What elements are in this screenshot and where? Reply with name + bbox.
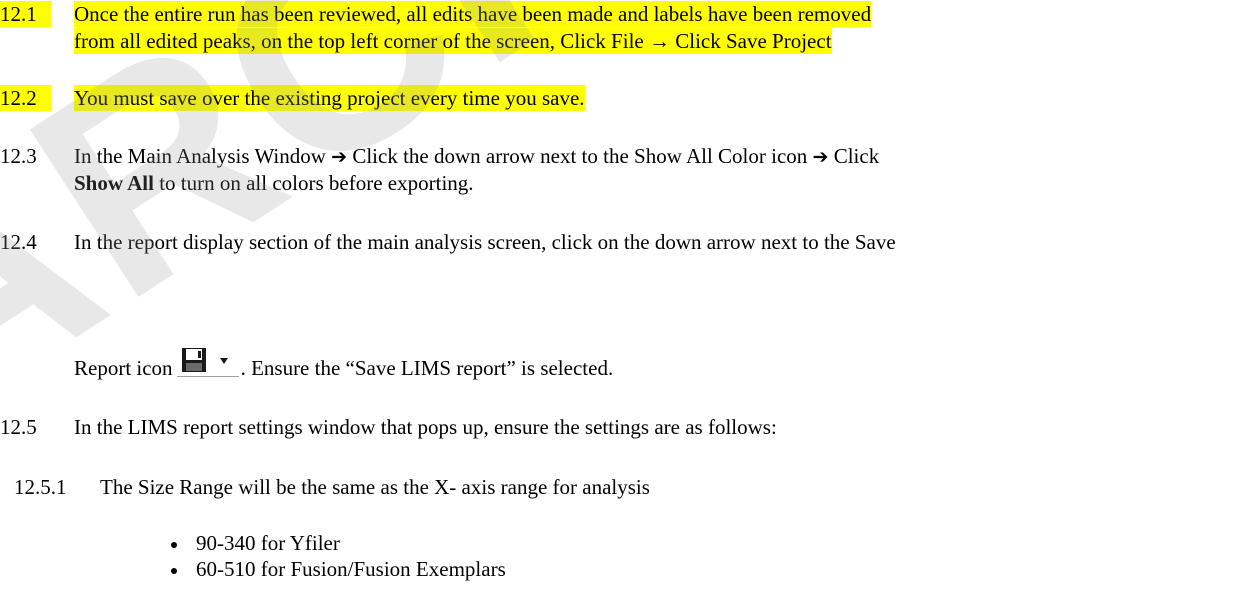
arrow-right-icon: ➔ [812, 146, 829, 168]
text-segment: Report icon [74, 356, 173, 380]
list-item: 90-340 for Yfiler [196, 531, 340, 555]
text-segment: . Ensure the “Save LIMS report” is selec… [240, 356, 614, 380]
step-text-line: from all edited peaks, on the top left c… [74, 28, 832, 54]
step-number: 12.5 [0, 415, 37, 439]
text-segment: Click [833, 144, 880, 168]
step-text-line: Show All to turn on all colors before ex… [74, 170, 474, 196]
floppy-disk-icon [182, 348, 228, 372]
step-text-line: Report icon . Ensure the “Save LIMS repor… [74, 355, 613, 381]
step-number: 12.3 [0, 144, 37, 168]
step-text-line: Once the entire run has been reviewed, a… [74, 1, 872, 27]
step-number: 12.1 [0, 1, 51, 27]
step-number: 12.4 [0, 230, 37, 254]
text-segment: to turn on all colors before exporting. [153, 171, 474, 195]
step-text-line: In the LIMS report settings window that … [74, 415, 777, 439]
step-text-line: The Size Range will be the same as the X… [100, 475, 650, 499]
step-number: 12.5.1 [14, 475, 67, 499]
step-text-line: You must save over the existing project … [74, 85, 585, 111]
step-text-line: In the Main Analysis Window ➔ Click the … [74, 143, 879, 170]
text-segment: Click the down arrow next to the Show Al… [352, 144, 808, 168]
step-number: 12.2 [0, 85, 51, 111]
save-report-icon[interactable] [177, 344, 239, 377]
list-item: 60-510 for Fusion/Fusion Exemplars [196, 557, 506, 581]
chevron-down-icon [220, 358, 228, 364]
bold-term: Show All [74, 171, 154, 195]
text-segment: In the Main Analysis Window [74, 144, 326, 168]
arrow-right-icon: ➔ [331, 146, 348, 168]
bullet-icon [171, 542, 177, 548]
step-text-line: In the report display section of the mai… [74, 230, 896, 254]
bullet-icon [171, 568, 177, 574]
